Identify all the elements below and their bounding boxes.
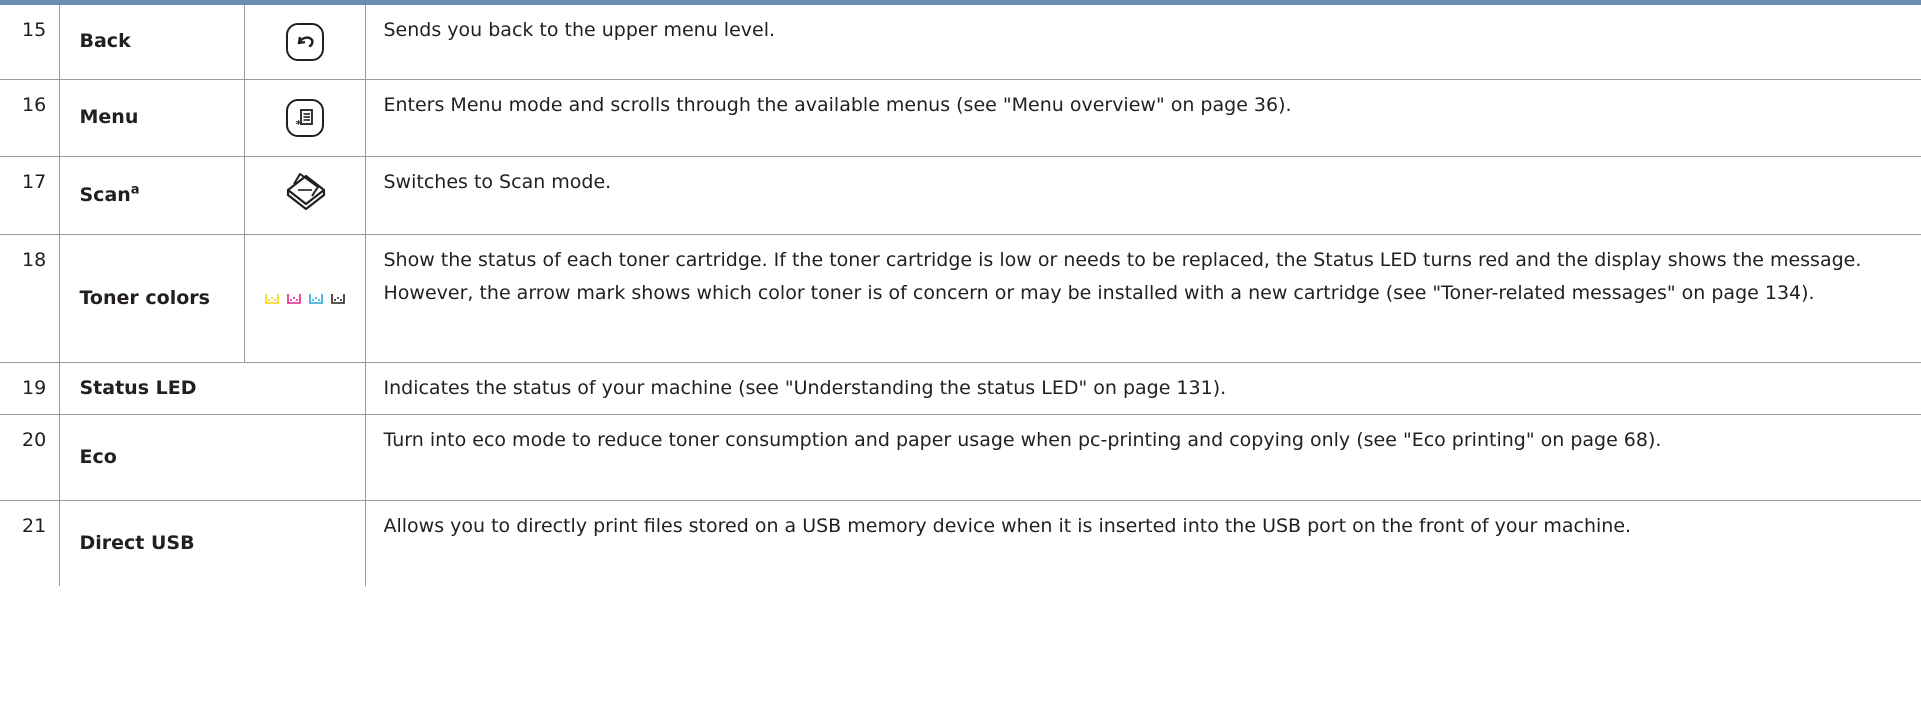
row-name: Back <box>59 5 245 80</box>
scanner-icon <box>284 170 326 221</box>
back-arrow-icon <box>285 22 324 61</box>
table-row: 17 Scana Switches to Scan mode. <box>0 156 1921 235</box>
toner-black-icon <box>330 293 345 304</box>
toner-yellow-icon <box>264 293 279 304</box>
table-row: 18 Toner colors Show the status of each … <box>0 234 1921 363</box>
row-description: Switches to Scan mode. <box>365 156 1921 235</box>
row-number: 16 <box>0 79 60 157</box>
toner-cyan-icon <box>308 293 323 304</box>
table-row: 16 Menu * Enters Menu mode and scrolls t… <box>0 79 1921 157</box>
row-name: Status LED <box>59 362 366 415</box>
row-name: Toner colors <box>59 234 245 363</box>
row-description: Sends you back to the upper menu level. <box>365 5 1921 80</box>
row-name-text: Scan <box>79 183 131 206</box>
row-number: 15 <box>0 5 60 80</box>
row-description: Show the status of each toner cartridge.… <box>365 234 1921 363</box>
row-number: 17 <box>0 156 60 235</box>
footnote-marker: a <box>130 182 140 198</box>
row-number: 21 <box>0 500 60 586</box>
svg-text:*: * <box>295 118 301 129</box>
table-row: 15 Back Sends you back to the upper menu… <box>0 5 1921 80</box>
row-name: Menu <box>59 79 245 157</box>
table-row: 21 Direct USB Allows you to directly pri… <box>0 500 1921 586</box>
toner-magenta-icon <box>286 293 301 304</box>
table-row: 20 Eco Turn into eco mode to reduce tone… <box>0 414 1921 501</box>
row-description: Turn into eco mode to reduce toner consu… <box>365 414 1921 501</box>
row-description: Allows you to directly print files store… <box>383 514 1632 537</box>
toner-indicators-icon <box>264 293 345 304</box>
row-number: 18 <box>0 234 60 363</box>
table-row: 19 Status LED Indicates the status of yo… <box>0 362 1921 415</box>
row-name: Direct USB <box>59 500 366 586</box>
row-description: Indicates the status of your machine (se… <box>365 362 1921 415</box>
menu-list-icon: * <box>285 98 324 137</box>
row-name: Eco <box>59 414 366 501</box>
row-name: Scana <box>59 156 245 235</box>
row-number: 20 <box>0 414 60 501</box>
row-description: Enters Menu mode and scrolls through the… <box>365 79 1921 157</box>
row-number: 19 <box>0 362 60 415</box>
control-panel-table: 15 Back Sends you back to the upper menu… <box>0 5 1921 586</box>
